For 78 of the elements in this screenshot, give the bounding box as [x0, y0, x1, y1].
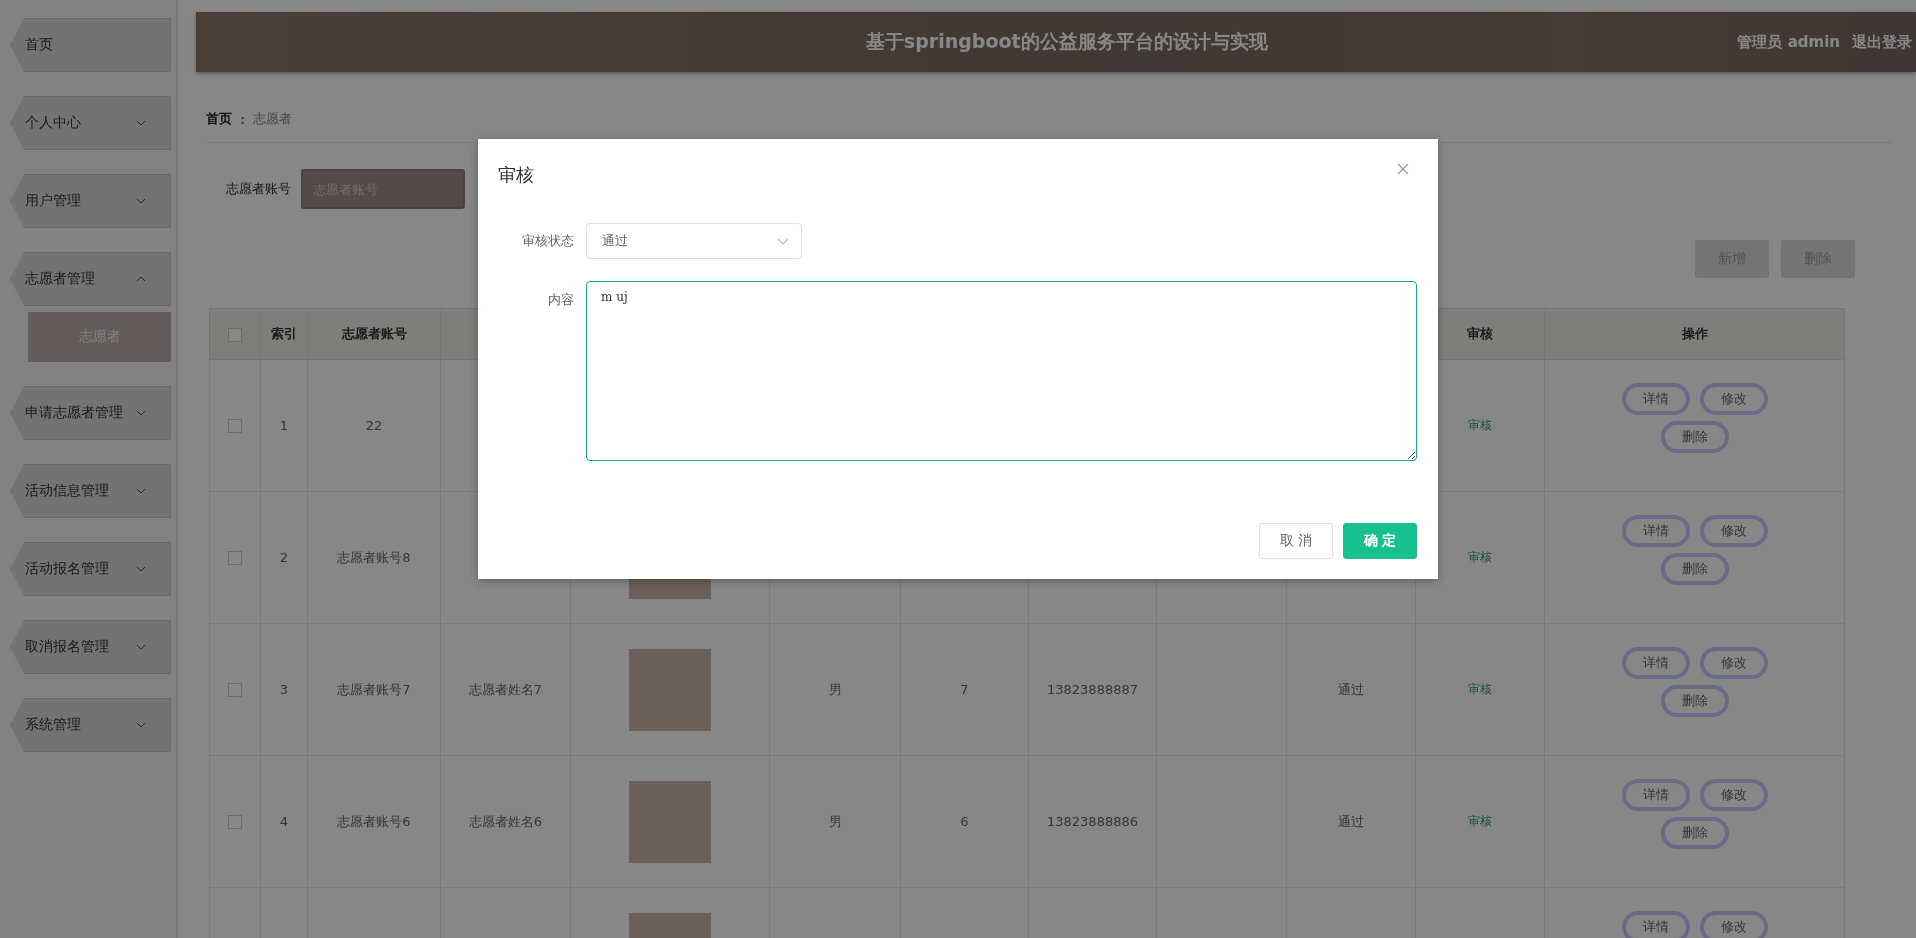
action-button[interactable]: 修改 — [1699, 647, 1768, 679]
column-header: 索引 — [271, 326, 297, 341]
confirm-button[interactable]: 确 定 — [1343, 523, 1417, 559]
table-cell: 13823888887 — [1047, 682, 1138, 697]
action-button[interactable]: 详情 — [1621, 647, 1690, 679]
sidebar-item[interactable]: 志愿者管理 — [10, 252, 171, 306]
action-button[interactable]: 详情 — [1621, 779, 1690, 811]
chevron-icon — [136, 566, 146, 572]
column-header: 志愿者账号 — [341, 326, 407, 341]
table-cell: 志愿者姓名7 — [468, 681, 543, 697]
checkbox[interactable] — [228, 815, 242, 830]
close-icon[interactable] — [1397, 163, 1409, 175]
sidebar-item[interactable]: 活动报名管理 — [10, 542, 171, 596]
action-button[interactable]: 删除 — [1660, 817, 1729, 849]
sidebar-item[interactable]: 个人中心 — [10, 96, 171, 150]
chevron-icon — [136, 120, 146, 126]
action-button[interactable]: 修改 — [1699, 383, 1768, 415]
checkbox[interactable] — [228, 419, 242, 434]
action-button[interactable]: 详情 — [1621, 383, 1690, 415]
sidebar-item[interactable]: 用户管理 — [10, 174, 171, 228]
column-header: 审核 — [1467, 326, 1493, 341]
table-cell: 志愿者账号7 — [337, 681, 411, 697]
action-button[interactable]: 删除 — [1660, 685, 1729, 717]
cancel-button[interactable]: 取 消 — [1259, 523, 1333, 559]
sidebar-item[interactable]: 系统管理 — [10, 698, 171, 752]
audit-link[interactable]: 审核 — [1468, 550, 1492, 564]
sidebar-item[interactable]: 申请志愿者管理 — [10, 386, 171, 440]
chevron-icon — [136, 276, 146, 282]
action-button[interactable]: 详情 — [1621, 515, 1690, 547]
action-button[interactable]: 详情 — [1621, 911, 1690, 938]
action-button[interactable]: 修改 — [1699, 779, 1768, 811]
action-button[interactable]: 删除 — [1660, 421, 1729, 453]
action-button[interactable]: 删除 — [1660, 553, 1729, 585]
column-header: 操作 — [1681, 326, 1708, 341]
table-cell: 7 — [960, 682, 969, 697]
table-cell: 3 — [279, 682, 289, 697]
breadcrumb-item[interactable]: 首页 — [206, 110, 232, 128]
table-cell: 通过 — [1338, 813, 1364, 829]
status-select[interactable]: 通过 — [586, 223, 802, 259]
audit-link[interactable]: 审核 — [1468, 814, 1492, 828]
form-label: 审核状态 — [521, 232, 574, 250]
form-label: 内容 — [547, 291, 574, 309]
logout-link[interactable]: 退出登录 — [1852, 32, 1912, 52]
audit-link[interactable]: 审核 — [1468, 682, 1492, 696]
chevron-icon — [136, 198, 146, 204]
site-title: 基于springboot的公益服务平台的设计与实现 — [864, 29, 1269, 54]
sidebar-item[interactable]: 首页 — [10, 18, 171, 72]
chevron-icon — [136, 644, 146, 650]
chevron-icon — [777, 237, 789, 245]
breadcrumb-item: 志愿者 — [253, 110, 293, 128]
dialog-title: 审核 — [498, 163, 534, 187]
chevron-icon — [136, 410, 146, 416]
table-cell: 4 — [279, 814, 289, 829]
table-cell: 2 — [279, 550, 289, 565]
search-label: 志愿者账号 — [226, 180, 291, 198]
audit-link[interactable]: 审核 — [1468, 418, 1492, 432]
table-cell: 男 — [828, 813, 842, 829]
breadcrumb-separator: : — [240, 111, 246, 127]
chevron-icon — [136, 488, 146, 494]
content-textarea[interactable]: m uj — [586, 281, 1417, 461]
table-cell: 1 — [279, 418, 289, 433]
table-cell: 6 — [960, 814, 969, 829]
table-cell: 志愿者账号8 — [337, 549, 411, 565]
table-cell: 13823888886 — [1047, 814, 1138, 829]
action-button[interactable]: 修改 — [1699, 911, 1768, 938]
checkbox[interactable] — [228, 327, 242, 342]
checkbox[interactable] — [228, 551, 242, 566]
table-cell: 志愿者姓名6 — [468, 813, 543, 829]
user-label: 管理员 admin — [1737, 32, 1840, 52]
sidebar-item[interactable]: 活动信息管理 — [10, 464, 171, 518]
sidebar-item[interactable]: 取消报名管理 — [10, 620, 171, 674]
checkbox[interactable] — [228, 683, 242, 698]
table-cell: 22 — [365, 418, 383, 433]
table-cell: 志愿者账号6 — [337, 813, 411, 829]
action-button[interactable]: 修改 — [1699, 515, 1768, 547]
chevron-icon — [136, 722, 146, 728]
table-cell: 通过 — [1338, 681, 1364, 697]
table-cell: 男 — [828, 681, 842, 697]
